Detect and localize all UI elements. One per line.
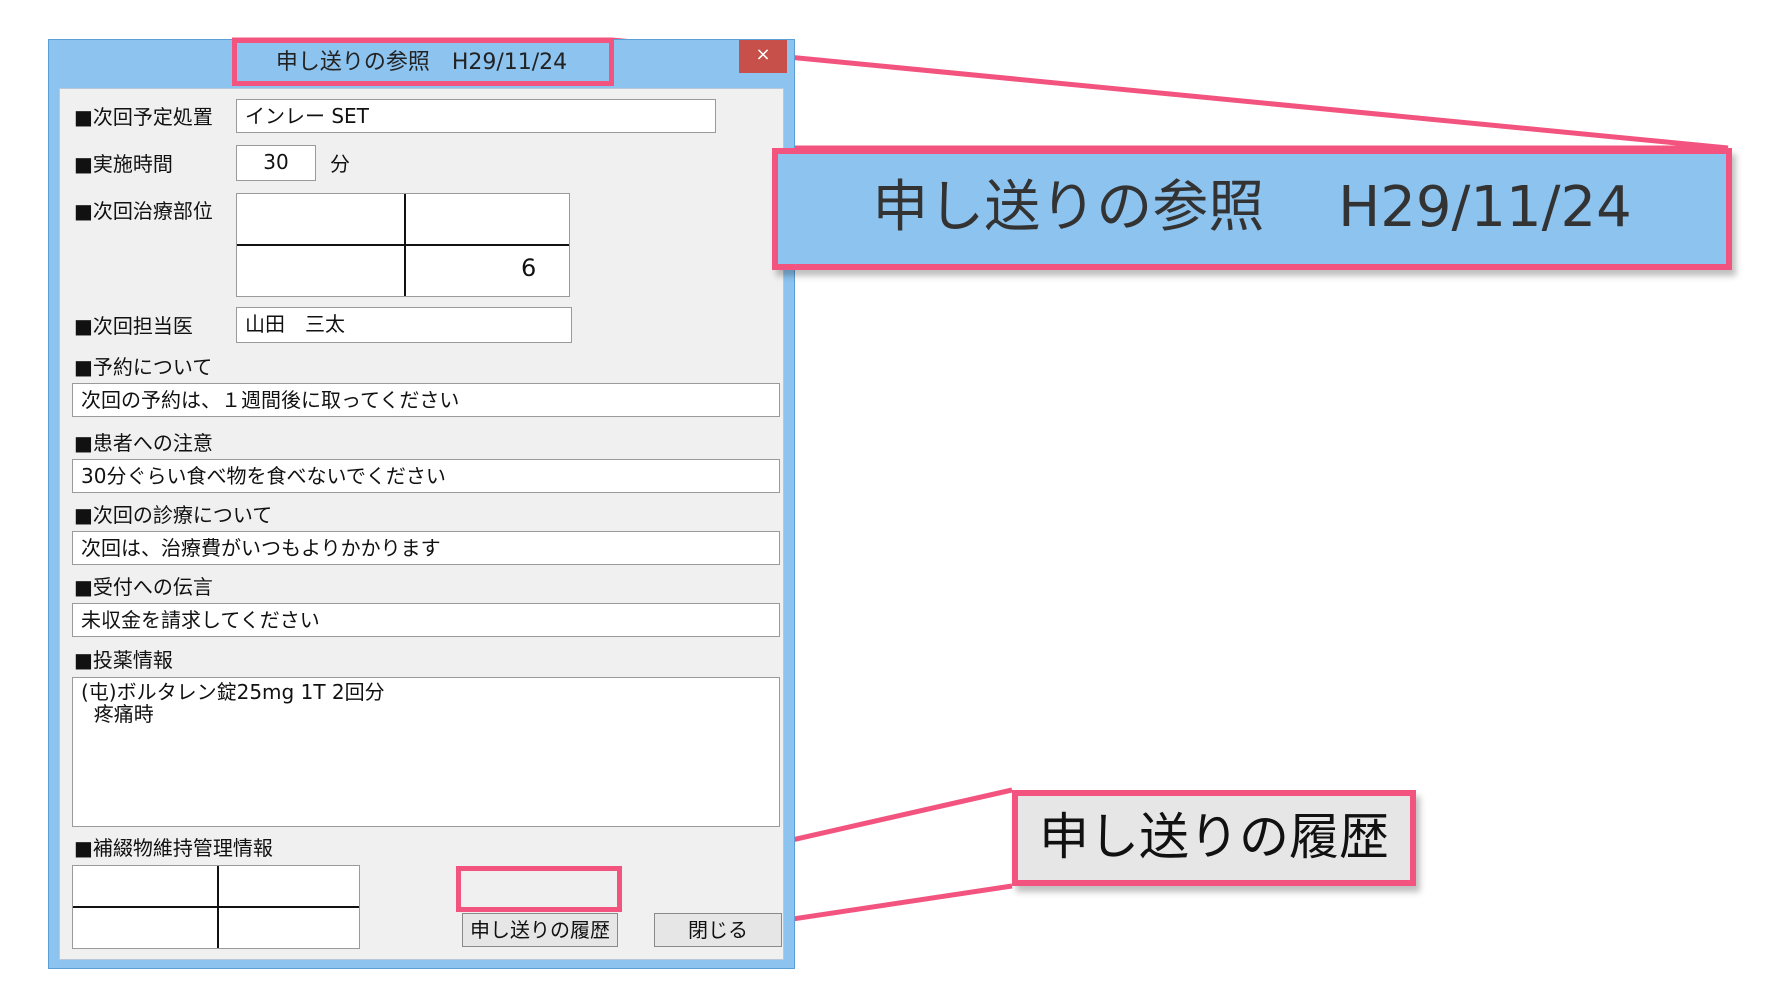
treatment-site-label: ■次回治療部位 xyxy=(74,199,213,223)
reception-field[interactable]: 未収金を請求してください xyxy=(72,603,780,637)
next-treatment-field[interactable]: インレー SET xyxy=(236,99,716,133)
tooth-chart-vline xyxy=(404,194,406,296)
history-button[interactable]: 申し送りの履歴 xyxy=(462,913,618,947)
handover-dialog: 申し送りの参照 H29/11/24 × ■次回予定処置 インレー SET ■実施… xyxy=(48,39,795,969)
tooth-chart-grid[interactable]: 6 xyxy=(236,193,570,297)
patient-notes-label: ■患者への注意 xyxy=(74,431,213,455)
tooth-number: 6 xyxy=(521,254,537,282)
reservation-label: ■予約について xyxy=(74,355,213,379)
doctor-label: ■次回担当医 xyxy=(74,314,193,338)
duration-unit: 分 xyxy=(330,152,350,176)
medication-textarea[interactable]: (屯)ボルタレン錠25mg 1T 2回分 疼痛時 xyxy=(72,677,780,827)
patient-notes-field[interactable]: 30分ぐらい食べ物を食べないでください xyxy=(72,459,780,493)
history-button-zoom-callout: 申し送りの履歴 xyxy=(1012,790,1416,886)
next-consult-field[interactable]: 次回は、治療費がいつもよりかかります xyxy=(72,531,780,565)
title-zoom-callout: 申し送りの参照 H29/11/24 xyxy=(772,148,1732,270)
prosthesis-label: ■補綴物維持管理情報 xyxy=(74,836,273,860)
duration-field[interactable]: 30 xyxy=(236,145,316,181)
reservation-field[interactable]: 次回の予約は、１週間後に取ってください xyxy=(72,383,780,417)
next-treatment-label: ■次回予定処置 xyxy=(74,105,213,129)
dialog-body: ■次回予定処置 インレー SET ■実施時間 30 分 ■次回治療部位 6 ■次… xyxy=(59,88,784,960)
title-highlight xyxy=(232,38,614,86)
prosthesis-grid[interactable] xyxy=(72,865,360,949)
doctor-field[interactable]: 山田 三太 xyxy=(236,307,572,343)
medication-label: ■投薬情報 xyxy=(74,648,173,672)
close-icon[interactable]: × xyxy=(739,40,787,73)
history-button-highlight xyxy=(456,866,622,912)
tooth-chart-hline xyxy=(237,244,569,246)
close-button[interactable]: 閉じる xyxy=(654,913,782,947)
duration-label: ■実施時間 xyxy=(74,152,173,176)
prosthesis-grid-hline xyxy=(73,906,359,908)
next-consult-label: ■次回の診療について xyxy=(74,503,273,527)
prosthesis-grid-vline xyxy=(217,866,219,948)
reception-label: ■受付への伝言 xyxy=(74,575,213,599)
